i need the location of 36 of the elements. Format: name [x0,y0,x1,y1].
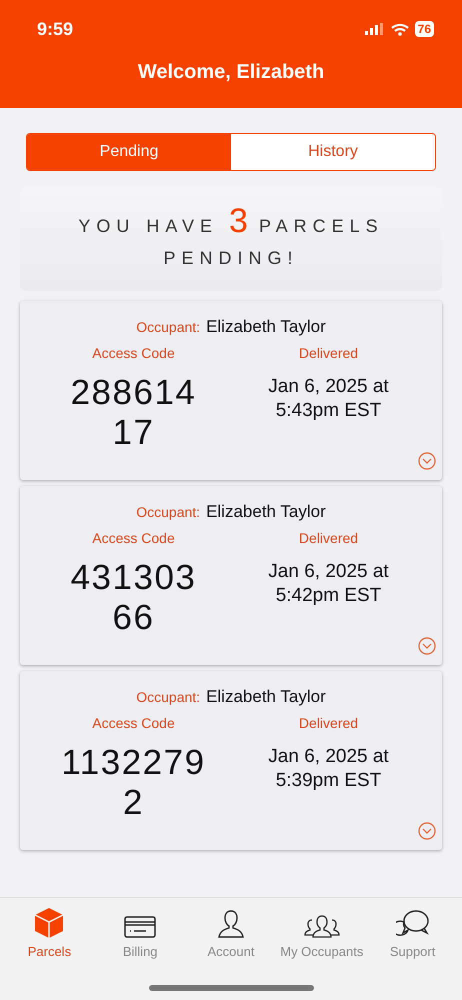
nav-tab[interactable]: Account [186,898,276,1000]
nav-tab[interactable]: Parcels [4,898,95,1000]
occupant-name: Elizabeth Taylor [206,687,326,707]
occupant-label: Occupant: [136,319,200,335]
expand-icon[interactable] [418,452,436,470]
occupant-name: Elizabeth Taylor [206,317,326,337]
credit-card-icon [123,914,158,940]
occupant-label: Occupant: [136,504,200,520]
delivered-label: Delivered [298,530,360,546]
tab[interactable]: History [231,134,435,170]
occupant-name: Elizabeth Taylor [206,502,326,522]
battery-level: 76 [414,21,434,37]
person-icon [216,908,245,940]
access-code-label: Access Code [91,715,176,731]
nav-tab[interactable]: Billing [94,898,186,1000]
signal-icon [364,23,385,35]
tab[interactable]: Pending [27,134,231,170]
access-code: 1132279 2 [61,743,206,823]
header-title: Welcome, Elizabeth [136,61,326,84]
access-code-label: Access Code [91,345,176,361]
expand-icon[interactable] [418,637,436,655]
wifi-icon [390,22,409,36]
delivered-label: Delivered [298,345,360,361]
occupant-label: Occupant: [136,689,200,705]
pending-count-message: YOU HAVE 3 PARCELS PENDING! [77,204,385,270]
delivered-time: Jan 6, 2025 at 5:42pm EST [267,560,390,608]
delivered-label: Delivered [298,715,360,731]
nav-tab[interactable]: Support [367,898,458,1000]
status-time: 9:59 [37,18,74,40]
delivered-time: Jan 6, 2025 at 5:39pm EST [267,745,390,793]
nav-tab[interactable]: My Occupants [276,898,368,1000]
delivered-time: Jan 6, 2025 at 5:43pm EST [267,375,390,423]
expand-icon[interactable] [418,822,436,840]
access-code-label: Access Code [91,530,176,546]
access-code: 288614 17 [70,373,196,453]
access-code: 431303 66 [70,558,196,638]
